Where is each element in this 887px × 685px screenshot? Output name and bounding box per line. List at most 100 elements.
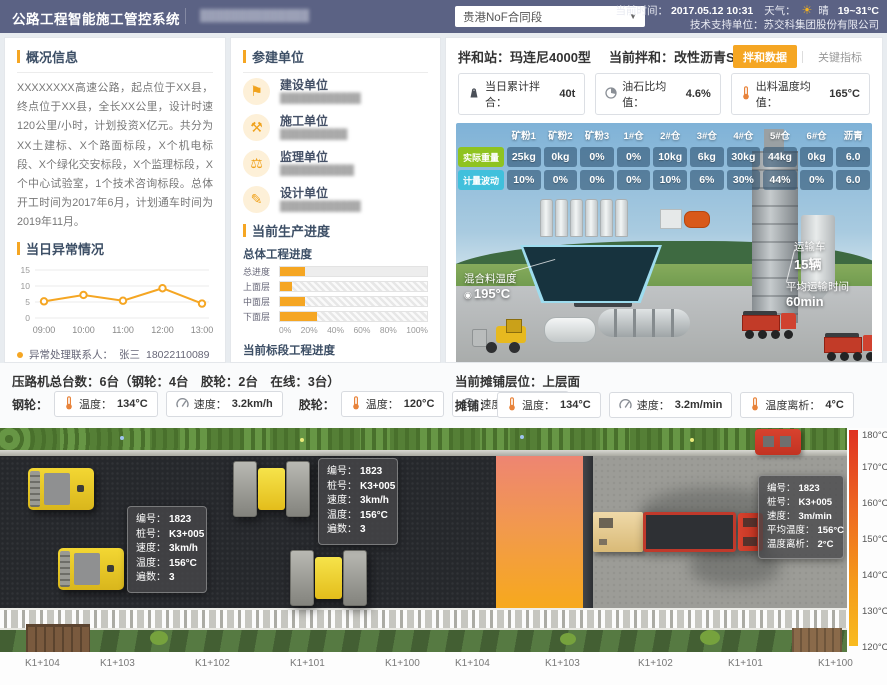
overview-card: 概况信息 XXXXXXXX高速公路，起点位于XX县，终点位于XX县，全长XX公里…: [4, 37, 226, 363]
unit-role: 建设单位: [280, 78, 361, 93]
flower-icon: [120, 436, 124, 440]
temperature-scale: 180°C170°C160°C150°C140°C130°C120°C: [849, 430, 887, 650]
steel-wheel-label: 钢轮：: [12, 396, 48, 413]
plant-stats-row: 当日累计拌合：40t油石比均值：4.6%出料温度均值：165°C: [446, 71, 882, 123]
unit-company-blurred: ███████████: [280, 165, 354, 177]
plant-stat-chip: 出料温度均值：165°C: [731, 73, 870, 115]
chip-label: 温度：: [366, 396, 399, 412]
progress-track: [279, 296, 428, 307]
transport-truck-icon: [742, 307, 796, 339]
time-label: 当前时间：: [616, 5, 669, 17]
progress-title: 当前生产进度: [231, 217, 440, 242]
mix-col-header: 矿粉2: [544, 126, 578, 144]
station-labels: K1+104K1+103K1+102K1+101K1+100K1+104K1+1…: [0, 652, 887, 685]
temp-range: 19~31°C: [838, 5, 879, 17]
axis-tick-label: 40%: [327, 325, 344, 335]
chip-value: 4°C: [825, 399, 843, 411]
title-accent-bar: [243, 224, 246, 237]
chip-label: 速度：: [637, 397, 670, 413]
station-label: K1+104: [25, 658, 60, 669]
chip-label: 油石比均值：: [622, 78, 680, 110]
bush-icon: [150, 631, 168, 645]
time-value: 2017.05.12 10:31: [671, 5, 753, 17]
steel-roller[interactable]: [290, 550, 367, 606]
status-chip: 温度：120°C: [341, 391, 445, 417]
abnormal-line-chart: 05101509:0010:0011:0012:0013:00: [5, 264, 225, 345]
progress-group-title: 总体工程进度: [231, 242, 440, 265]
supervisor-icon: ⚖: [243, 150, 270, 177]
axis-tick-label: 20%: [301, 325, 318, 335]
top-header: 公路工程智能施工管控系统 ██████████████ 贵港NoF合同段 ▼ 当…: [0, 0, 887, 33]
chip-label: 温度离析：: [765, 397, 820, 413]
site-structure: [792, 628, 842, 652]
unit-role: 设计单位: [280, 186, 361, 201]
progress-row: 上面层: [231, 280, 440, 293]
mix-cell: 44%: [763, 170, 797, 190]
mix-col-header: 矿粉3: [580, 126, 614, 144]
weight-icon: [468, 87, 480, 102]
plant-scene: 矿粉1矿粉2矿粉31#仓2#仓3#仓4#仓5#仓6#仓沥青实际重量25kg0kg…: [456, 123, 872, 363]
mix-table: 矿粉1矿粉2矿粉31#仓2#仓3#仓4#仓5#仓6#仓沥青实际重量25kg0kg…: [458, 126, 870, 190]
roller-summary: 压路机总台数：6台（钢轮：4台 胶轮：2台 在线：3台）: [12, 375, 340, 389]
svg-text:11:00: 11:00: [112, 325, 134, 335]
chip-label: 当日累计拌合：: [485, 78, 554, 110]
mix-col-header: 2#仓: [653, 126, 687, 144]
rubber-wheel-label: 胶轮：: [299, 396, 335, 413]
temperature-gradient-bar: [849, 430, 858, 646]
pneumatic-roller[interactable]: [28, 468, 94, 510]
transport-trucks-label: 运输车 15辆: [794, 239, 826, 273]
svg-text:10:00: 10:00: [72, 325, 95, 335]
unit-item: ⚖监理单位███████████: [231, 145, 440, 181]
survey-icon: ⚑: [243, 78, 270, 105]
station-label: K1+103: [545, 658, 580, 669]
contact-name: 张三: [119, 347, 140, 362]
unit-item: ⚒施工单位██████████: [231, 109, 440, 145]
chip-label: 速度：: [194, 396, 227, 412]
mix-cell: 0kg: [800, 147, 834, 167]
pneumatic-roller[interactable]: [58, 548, 124, 590]
tab-mix-data[interactable]: 拌和数据: [733, 45, 797, 68]
median-strip: [0, 428, 847, 450]
sun-icon: ☀: [802, 3, 813, 17]
progress-group-title: 当前标段工程进度: [231, 338, 440, 361]
guardrail: [0, 608, 847, 630]
thermometer-icon: [64, 396, 74, 413]
unit-list: ⚑ 建设单位████████████ ⚒施工单位██████████⚖监理单位███…: [231, 73, 440, 217]
mixing-pool-icon: [520, 245, 662, 303]
mix-col-header: 沥青: [836, 126, 870, 144]
mix-cell: 25kg: [507, 147, 541, 167]
chip-value: 3.2m/min: [675, 399, 723, 411]
station-label: K1+102: [195, 658, 230, 669]
road-view: 编号：1823桩号：K3+005速度：3km/h温度：156°C遍数：3编号：1…: [0, 428, 887, 652]
temp-scale-label: 140°C: [862, 570, 887, 581]
project-name-blurred: ██████████████: [200, 10, 309, 22]
station-label: K1+102: [638, 658, 673, 669]
weather-value: 晴: [818, 5, 829, 17]
chip-label: 温度：: [522, 397, 555, 413]
progress-row: 中面层: [231, 295, 440, 308]
unit-item: ⚑ 建设单位████████████: [231, 73, 440, 109]
status-chip: 温度：134°C: [497, 392, 601, 418]
bush-icon: [700, 630, 720, 645]
unit-company-blurred: ████████████: [280, 93, 361, 105]
svg-text:12:00: 12:00: [151, 325, 174, 335]
overview-title: 概况信息: [5, 38, 225, 72]
burner-tank-icon: [684, 211, 710, 228]
steel-wheel-chips: 温度：134°C速度：3.2km/h: [54, 391, 283, 417]
plant-stat-chip: 当日累计拌合： 40t: [458, 73, 585, 115]
overview-text: XXXXXXXX高速公路，起点位于XX县，终点位于XX县，全长XX公里，设计时速…: [17, 79, 213, 233]
support-line: 技术支持单位：苏交科集团股份有限公司: [616, 18, 879, 32]
transport-truck-icon: [824, 329, 872, 361]
station-label: K1+101: [290, 658, 325, 669]
dashboard-root: 公路工程智能施工管控系统 ██████████████ 贵港NoF合同段 ▼ 当…: [0, 0, 887, 685]
steel-roller[interactable]: [233, 461, 310, 517]
dump-truck[interactable]: [643, 512, 763, 552]
supply-truck[interactable]: [755, 429, 801, 455]
chip-value: 40t: [559, 88, 575, 100]
weather-label: 天气：: [764, 5, 796, 17]
mix-cell: 6kg: [690, 147, 724, 167]
progress-track: [279, 281, 428, 292]
flower-icon: [690, 438, 694, 442]
paver[interactable]: [593, 512, 643, 552]
tab-key-metrics[interactable]: 关键指标: [808, 45, 872, 68]
